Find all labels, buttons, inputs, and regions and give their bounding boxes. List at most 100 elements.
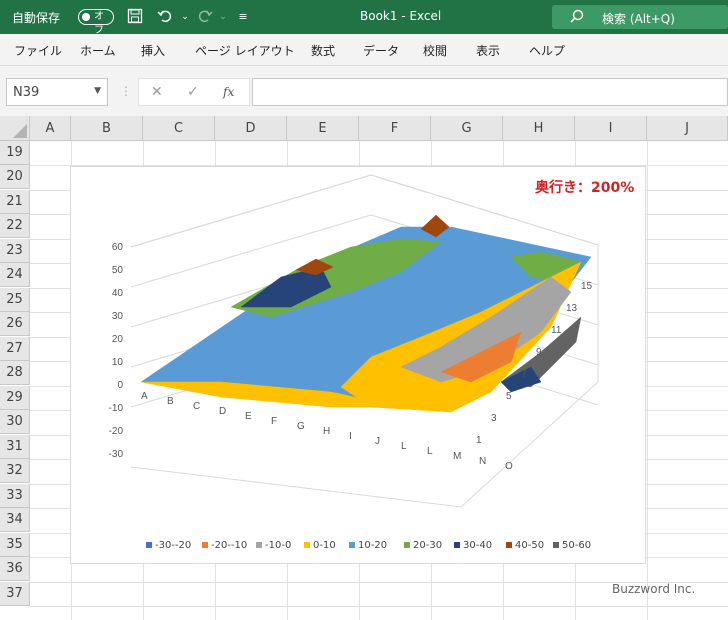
- depth-tick-label: 1: [476, 435, 482, 446]
- row-header[interactable]: 19: [0, 141, 30, 165]
- customize-toolbar-icon[interactable]: ≡: [234, 8, 252, 26]
- search-icon: [570, 9, 584, 26]
- tab-page-layout[interactable]: ページ レイアウト: [195, 42, 295, 59]
- tab-home[interactable]: ホーム: [80, 42, 116, 59]
- search-box[interactable]: 検索 (Alt+Q): [552, 5, 728, 29]
- formula-bar: N39 ▼ ⋮ ✕ ✓ fx: [0, 66, 728, 116]
- select-all-triangle: [13, 124, 27, 138]
- column-header[interactable]: H: [503, 116, 575, 141]
- category-tick-label: D: [219, 406, 226, 417]
- tab-data[interactable]: データ: [363, 42, 399, 59]
- tab-help[interactable]: ヘルプ: [529, 42, 565, 59]
- undo-icon[interactable]: [156, 8, 174, 26]
- column-header[interactable]: E: [287, 116, 359, 141]
- row-header[interactable]: 30: [0, 410, 30, 434]
- depth-tick-label: 5: [506, 391, 512, 402]
- watermark: Buzzword Inc.: [612, 582, 696, 596]
- column-header[interactable]: C: [143, 116, 215, 141]
- autosave-label: 自動保存: [12, 11, 61, 25]
- legend-swatch: [304, 542, 310, 548]
- save-icon[interactable]: [126, 8, 144, 26]
- row-header[interactable]: 31: [0, 435, 30, 459]
- row-header[interactable]: 28: [0, 361, 30, 385]
- row-header[interactable]: 36: [0, 557, 30, 581]
- z-tick-label: 50: [112, 265, 124, 276]
- row-header[interactable]: 32: [0, 459, 30, 483]
- enter-icon[interactable]: ✓: [187, 84, 199, 100]
- legend-item: 40-50: [506, 540, 544, 551]
- legend-swatch: [506, 542, 512, 548]
- formula-input[interactable]: [252, 78, 728, 106]
- legend-swatch: [146, 542, 152, 548]
- excel-window: 自動保存 オフ ⌄ ⌄ ≡ Book1 - Excel 検索 (Alt+Q) フ…: [0, 0, 728, 620]
- cancel-icon[interactable]: ✕: [151, 84, 163, 100]
- legend-label: 30-40: [463, 540, 493, 551]
- category-tick-label: C: [193, 401, 200, 412]
- column-header[interactable]: J: [647, 116, 728, 141]
- undo-dropdown-icon[interactable]: ⌄: [176, 8, 194, 26]
- redo-dropdown-icon[interactable]: ⌄: [214, 8, 232, 26]
- worksheet-grid[interactable]: A B C D E F G H I J 19 20 21 22 23 24 25…: [0, 116, 728, 620]
- legend-item: 20-30: [404, 540, 442, 551]
- category-tick-label: L: [401, 441, 407, 452]
- row-header[interactable]: 37: [0, 582, 30, 606]
- row-header[interactable]: 29: [0, 386, 30, 410]
- formula-buttons: ✕ ✓ fx: [138, 78, 250, 106]
- surface-chart[interactable]: 奥行き：200% 60 50 40 30 20 10 0 -10 -20 -30 A B C D E F G H I…: [70, 166, 646, 564]
- row-header[interactable]: 34: [0, 508, 30, 532]
- row-header[interactable]: 20: [0, 165, 30, 189]
- chart-legend: -30--20 -20--10 -10-0 0-10 10-20 20-30 30-40 40…: [146, 540, 591, 554]
- depth-tick-label: 15: [581, 281, 593, 292]
- row-header[interactable]: 35: [0, 533, 30, 557]
- z-tick-label: 10: [112, 357, 124, 368]
- row-header[interactable]: 24: [0, 263, 30, 287]
- legend-label: 10-20: [358, 540, 388, 551]
- grid-line: [30, 606, 728, 607]
- redo-icon[interactable]: [196, 8, 214, 26]
- depth-tick-label: 11: [551, 325, 562, 336]
- category-tick-label: M: [453, 451, 461, 462]
- grip-icon: ⋮: [120, 84, 132, 98]
- category-tick-label: O: [505, 461, 513, 472]
- row-header[interactable]: 27: [0, 337, 30, 361]
- name-box[interactable]: N39 ▼: [6, 78, 108, 106]
- legend-label: -10-0: [265, 540, 292, 551]
- category-tick-label: A: [141, 391, 148, 402]
- autosave-toggle[interactable]: オフ: [78, 9, 114, 36]
- tab-formulas[interactable]: 数式: [311, 42, 335, 59]
- tab-view[interactable]: 表示: [476, 42, 500, 59]
- column-header[interactable]: G: [431, 116, 503, 141]
- column-header[interactable]: F: [359, 116, 431, 141]
- chevron-down-icon[interactable]: ▼: [94, 86, 101, 96]
- category-tick-label: F: [271, 416, 277, 427]
- column-header[interactable]: I: [575, 116, 647, 141]
- tab-insert[interactable]: 挿入: [141, 42, 165, 59]
- legend-item: 0-10: [304, 540, 336, 551]
- row-header[interactable]: 22: [0, 214, 30, 238]
- depth-tick-label: 7: [521, 369, 527, 380]
- z-tick-label: 60: [112, 242, 124, 253]
- category-tick-label: E: [245, 411, 252, 422]
- row-header[interactable]: 25: [0, 288, 30, 312]
- ribbon-tabs: ファイル ホーム 挿入 ページ レイアウト 数式 データ 校閲 表示 ヘルプ: [0, 34, 728, 66]
- legend-label: 40-50: [515, 540, 545, 551]
- category-tick-label: G: [297, 421, 305, 432]
- row-header[interactable]: 26: [0, 312, 30, 336]
- depth-tick-label: 13: [566, 303, 578, 314]
- row-header[interactable]: 33: [0, 484, 30, 508]
- legend-item: 50-60: [553, 540, 591, 551]
- column-header[interactable]: D: [215, 116, 287, 141]
- row-header[interactable]: 21: [0, 190, 30, 214]
- tab-file[interactable]: ファイル: [14, 42, 62, 59]
- chart-plot: 6050403020100-10-20-30A B C D E F G H I J L L M N O135…: [109, 174, 599, 508]
- category-tick-label: N: [479, 456, 486, 467]
- column-header[interactable]: B: [71, 116, 143, 141]
- grid-line: [647, 141, 648, 620]
- insert-function-icon[interactable]: fx: [223, 85, 234, 99]
- column-header[interactable]: A: [30, 116, 71, 141]
- tab-review[interactable]: 校閲: [423, 42, 447, 59]
- row-header[interactable]: 23: [0, 239, 30, 263]
- category-tick-label: J: [375, 436, 380, 447]
- select-all-button[interactable]: [0, 116, 30, 141]
- legend-item: 10-20: [349, 540, 387, 551]
